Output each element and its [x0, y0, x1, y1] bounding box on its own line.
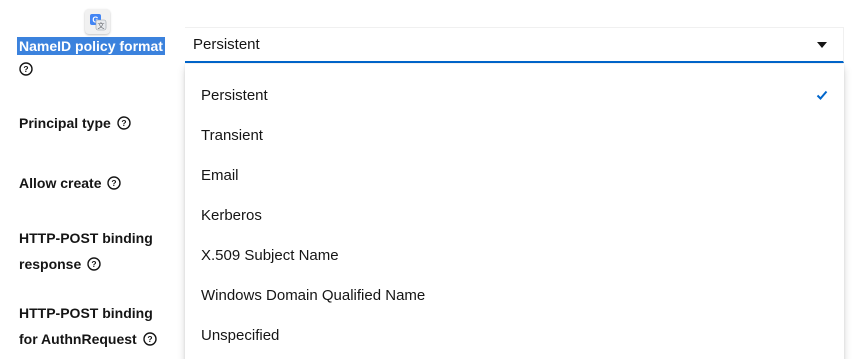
nameid-policy-format-text: NameID policy format — [17, 37, 165, 55]
select-value: Persistent — [193, 36, 260, 53]
svg-text:?: ? — [121, 118, 126, 128]
select-option[interactable]: Windows Domain Qualified Name — [185, 275, 844, 315]
allow-create-text: Allow create — [19, 175, 102, 191]
select-option-label: Persistent — [201, 86, 268, 104]
select-option-label: Email — [201, 166, 239, 184]
help-icon[interactable]: ? — [87, 257, 101, 271]
select-option[interactable]: Email — [185, 155, 844, 195]
select-option-label: Transient — [201, 126, 263, 144]
google-translate-icon[interactable]: G 文 — [85, 9, 110, 34]
http-post-binding-authnrequest-line2: for AuthnRequest — [19, 331, 137, 347]
select-option[interactable]: Kerberos — [185, 195, 844, 235]
http-post-binding-authnrequest-label: HTTP-POST binding for AuthnRequest ? — [19, 300, 157, 352]
help-icon[interactable]: ? — [19, 62, 33, 76]
help-icon[interactable]: ? — [107, 176, 122, 190]
http-post-binding-authnrequest-line1: HTTP-POST binding — [19, 305, 153, 321]
select-option-label: Kerberos — [201, 206, 262, 224]
help-icon[interactable]: ? — [143, 332, 157, 346]
http-post-binding-response-label: HTTP-POST binding response ? — [19, 225, 153, 277]
nameid-policy-format-label: NameID policy format ? — [17, 34, 165, 76]
help-icon[interactable]: ? — [117, 116, 131, 130]
select-menu: Persistent Transient Email Kerberos X.509 Su… — [185, 64, 844, 359]
svg-text:文: 文 — [97, 21, 104, 30]
select-option-label: X.509 Subject Name — [201, 246, 339, 264]
svg-text:?: ? — [23, 64, 28, 74]
svg-text:?: ? — [112, 178, 117, 188]
select-option-label: Unspecified — [201, 326, 280, 344]
svg-text:?: ? — [92, 259, 97, 269]
caret-down-icon — [817, 41, 827, 48]
select-option[interactable]: Persistent — [185, 75, 844, 115]
principal-type-text: Principal type — [19, 115, 111, 131]
select-option[interactable]: Unspecified — [185, 315, 844, 355]
select-option[interactable]: X.509 Subject Name — [185, 235, 844, 275]
select-option-label: Windows Domain Qualified Name — [201, 286, 426, 304]
allow-create-label: Allow create ? — [19, 171, 122, 195]
page: G 文 NameID policy format ? Principal typ… — [0, 0, 861, 359]
select-option[interactable]: Transient — [185, 115, 844, 155]
principal-type-label: Principal type ? — [19, 111, 131, 135]
check-icon — [816, 90, 828, 100]
http-post-binding-response-line2: response — [19, 256, 82, 272]
svg-text:?: ? — [147, 334, 152, 344]
http-post-binding-response-line1: HTTP-POST binding — [19, 230, 153, 246]
nameid-policy-format-select[interactable]: Persistent — [185, 27, 844, 63]
